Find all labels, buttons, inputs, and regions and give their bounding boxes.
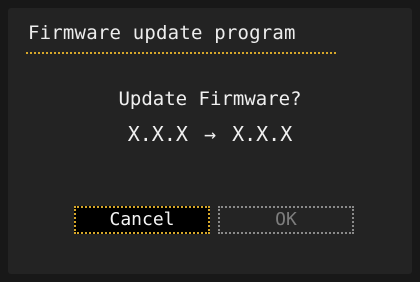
camera-screen: Firmware update program Update Firmware?… (0, 0, 420, 282)
update-question: Update Firmware? (118, 88, 302, 110)
new-version: X.X.X (232, 122, 293, 146)
title-underline (26, 52, 336, 54)
current-version: X.X.X (127, 122, 188, 146)
cancel-button[interactable]: Cancel (74, 206, 210, 234)
right-arrow-icon: → (203, 122, 217, 146)
dialog-title: Firmware update program (28, 22, 296, 44)
version-transition: X.X.X → X.X.X (0, 122, 420, 146)
ok-button[interactable]: OK (218, 206, 354, 234)
